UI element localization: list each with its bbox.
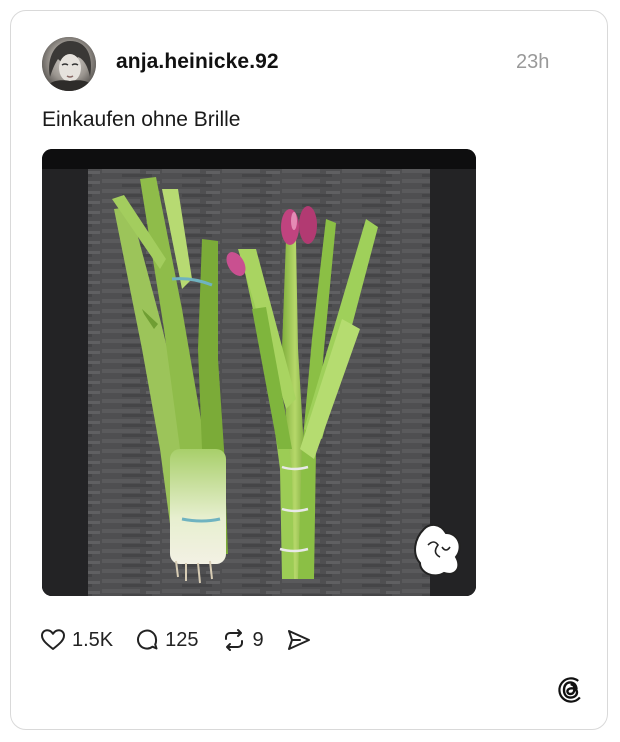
username[interactable]: anja.heinicke.92	[116, 50, 279, 74]
post-image[interactable]	[42, 149, 476, 596]
heart-icon	[41, 629, 65, 650]
repost-button[interactable]: 9	[221, 628, 264, 652]
leeks-and-tulips-photo	[42, 149, 476, 596]
avatar[interactable]	[42, 37, 96, 91]
comment-icon	[137, 629, 158, 650]
reply-count: 125	[165, 628, 199, 651]
reply-button[interactable]: 125	[135, 628, 199, 652]
repost-count: 9	[252, 628, 264, 651]
avatar-photo	[42, 37, 96, 91]
send-icon	[287, 630, 310, 650]
repost-icon	[224, 629, 243, 651]
post-caption: Einkaufen ohne Brille	[42, 108, 241, 131]
post-actions: 1.5K 125 9	[40, 624, 334, 656]
threads-logo-icon[interactable]	[557, 676, 585, 704]
share-button[interactable]	[286, 628, 312, 652]
like-button[interactable]: 1.5K	[40, 628, 113, 652]
threads-icon	[558, 677, 584, 703]
like-count: 1.5K	[72, 628, 114, 651]
post-timestamp: 23h	[516, 51, 550, 73]
